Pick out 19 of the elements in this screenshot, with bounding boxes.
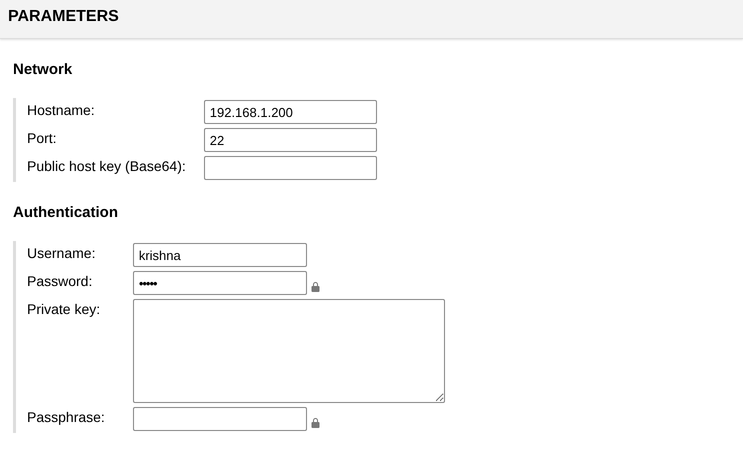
field-label: Password:: [27, 272, 92, 291]
lock-icon: [310, 416, 320, 428]
field-label: Port:: [27, 129, 57, 148]
lock-icon: [310, 280, 320, 292]
password-field[interactable]: •••••: [132, 271, 307, 295]
input-field[interactable]: [204, 156, 377, 180]
section-heading: Network: [13, 61, 72, 78]
field-label: Hostname:: [27, 101, 95, 120]
field-label: Passphrase:: [27, 408, 105, 427]
password-field[interactable]: [132, 407, 307, 431]
field-label: Public host key (Base64):: [27, 157, 186, 176]
input-field[interactable]: 192.168.1.200: [204, 100, 377, 124]
input-field[interactable]: 22: [204, 128, 377, 152]
section-heading: Authentication: [13, 204, 118, 221]
text-area[interactable]: [132, 299, 445, 403]
field-label: Private key:: [27, 300, 100, 319]
page-title: PARAMETERS: [8, 8, 119, 26]
field-label: Username:: [27, 244, 96, 263]
input-field[interactable]: krishna: [132, 243, 307, 267]
